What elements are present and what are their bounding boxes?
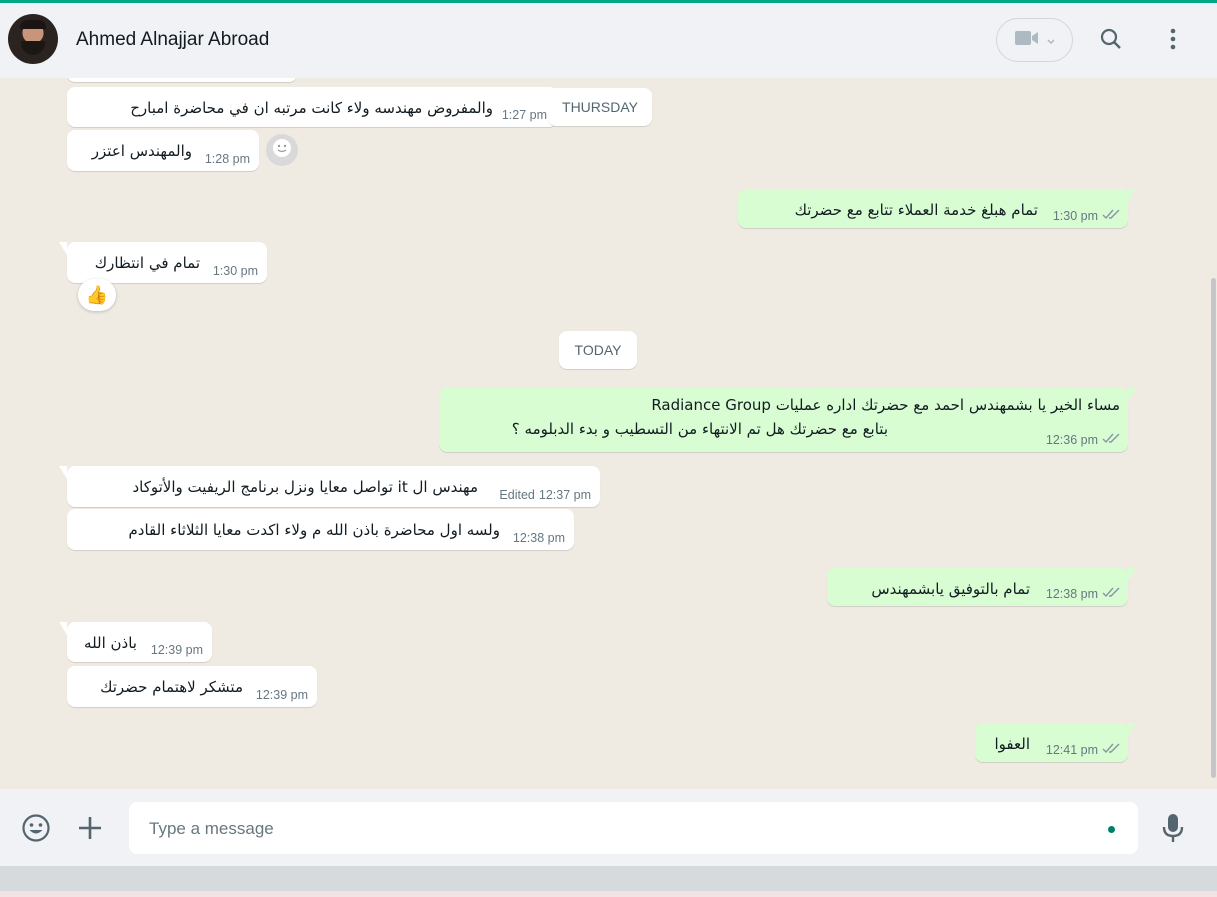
message-text: العفوا xyxy=(994,735,1030,753)
avatar[interactable] xyxy=(8,14,58,64)
chevron-down-icon xyxy=(1046,31,1056,50)
message-time: 1:30 pm xyxy=(1052,209,1098,223)
video-call-icon xyxy=(1014,29,1040,51)
message-input[interactable]: Type a message xyxy=(129,802,1138,854)
message-incoming[interactable]: متشكر لاهتمام حضرتك 12:39 pm xyxy=(67,666,317,707)
message-time: 1:28 pm xyxy=(204,152,250,166)
message-meta: 12:38 pm xyxy=(1046,587,1120,601)
attach-plus-icon[interactable] xyxy=(75,813,105,843)
message-meta: 1:30 pm xyxy=(1053,209,1120,223)
message-meta: 12:36 pm xyxy=(1046,433,1120,447)
double-check-icon xyxy=(1102,209,1120,223)
message-incoming[interactable]: تمام في انتظارك 1:30 pm xyxy=(59,242,267,283)
contact-name[interactable]: Ahmed Alnajjar Abroad xyxy=(76,29,269,51)
bottom-edge xyxy=(0,891,1217,897)
message-text: تمام بالتوفيق يابشمهندس xyxy=(871,580,1030,598)
message-time: 12:39 pm xyxy=(255,688,308,702)
reaction-badge[interactable]: 👍 xyxy=(78,279,116,311)
avatar-beard xyxy=(21,41,45,55)
microphone-icon[interactable] xyxy=(1159,811,1187,845)
message-time: 12:38 pm xyxy=(1045,587,1098,601)
status-dot xyxy=(1108,826,1115,833)
message-incoming[interactable]: والمهندس اعتزر 1:28 pm xyxy=(67,130,259,171)
message-meta: Edited 12:37 pm xyxy=(499,488,591,502)
message-bubble-partial[interactable] xyxy=(67,78,297,82)
message-outgoing[interactable]: العفوا 12:41 pm xyxy=(975,723,1136,762)
scrollbar-thumb[interactable] xyxy=(1211,278,1216,778)
message-text: والمهندس اعتزر xyxy=(91,142,192,160)
chat-messages[interactable]: والمفروض مهندسه ولاء كانت مرتبه ان في مح… xyxy=(0,78,1217,789)
menu-icon[interactable] xyxy=(1159,25,1187,53)
message-time: 1:27 pm xyxy=(501,108,547,122)
bubble-tail xyxy=(59,622,67,635)
message-text: تمام في انتظارك xyxy=(94,254,200,272)
message-input-placeholder: Type a message xyxy=(149,819,274,838)
message-time: 12:39 pm xyxy=(150,643,203,657)
message-text: والمفروض مهندسه ولاء كانت مرتبه ان في مح… xyxy=(130,99,493,117)
message-time: 12:41 pm xyxy=(1045,743,1098,757)
bubble-tail xyxy=(1128,723,1136,736)
message-outgoing[interactable]: تمام بالتوفيق يابشمهندس 12:38 pm xyxy=(827,568,1136,606)
message-text: باذن الله xyxy=(84,634,137,652)
edited-label: Edited xyxy=(499,488,535,502)
react-emoji-button[interactable] xyxy=(266,134,298,166)
window-bottom-strip xyxy=(0,866,1217,897)
date-divider: TODAY xyxy=(559,331,637,369)
video-call-button[interactable] xyxy=(996,18,1073,62)
message-outgoing[interactable]: تمام هبلغ خدمة العملاء تتابع مع حضرتك 1:… xyxy=(738,189,1136,228)
message-time: 12:38 pm xyxy=(512,531,565,545)
message-outgoing[interactable]: مساء الخير يا بشمهندس احمد مع حضرتك ادار… xyxy=(439,388,1136,452)
bubble-tail xyxy=(1128,568,1136,581)
message-incoming[interactable]: باذن الله 12:39 pm xyxy=(59,622,212,662)
bubble-tail xyxy=(59,242,67,255)
message-time: 12:37 pm xyxy=(538,488,591,502)
message-text: مهندس ال it تواصل معايا ونزل برنامج الري… xyxy=(132,478,478,496)
message-text: متشكر لاهتمام حضرتك xyxy=(100,678,243,696)
chat-header: Ahmed Alnajjar Abroad xyxy=(0,3,1217,78)
avatar-hair xyxy=(20,20,46,29)
bubble-tail xyxy=(1128,388,1136,401)
message-incoming[interactable]: ولسه اول محاضرة باذن الله م ولاء اكدت مع… xyxy=(67,509,574,550)
message-time: 12:36 pm xyxy=(1045,433,1098,447)
thumbs-up-icon: 👍 xyxy=(85,284,109,306)
date-divider: THURSDAY xyxy=(548,88,652,126)
message-incoming[interactable]: مهندس ال it تواصل معايا ونزل برنامج الري… xyxy=(59,466,600,507)
bubble-tail xyxy=(1128,189,1136,202)
message-text: تمام هبلغ خدمة العملاء تتابع مع حضرتك xyxy=(794,201,1038,219)
message-incoming[interactable]: والمفروض مهندسه ولاء كانت مرتبه ان في مح… xyxy=(67,87,557,127)
message-text: ولسه اول محاضرة باذن الله م ولاء اكدت مع… xyxy=(128,521,500,539)
bubble-tail xyxy=(59,466,67,479)
message-meta: 12:41 pm xyxy=(1046,743,1120,757)
message-time: 1:30 pm xyxy=(212,264,258,278)
composer-bar: Type a message xyxy=(0,789,1217,866)
double-check-icon xyxy=(1102,587,1120,601)
search-icon[interactable] xyxy=(1097,25,1125,53)
message-text-line1: مساء الخير يا بشمهندس احمد مع حضرتك ادار… xyxy=(651,396,1120,414)
double-check-icon xyxy=(1102,433,1120,447)
smiley-icon xyxy=(271,137,293,163)
message-text-line2: بتابع مع حضرتك هل تم الانتهاء من التسطيب… xyxy=(511,420,888,438)
double-check-icon xyxy=(1102,743,1120,757)
emoji-icon[interactable] xyxy=(20,812,52,844)
